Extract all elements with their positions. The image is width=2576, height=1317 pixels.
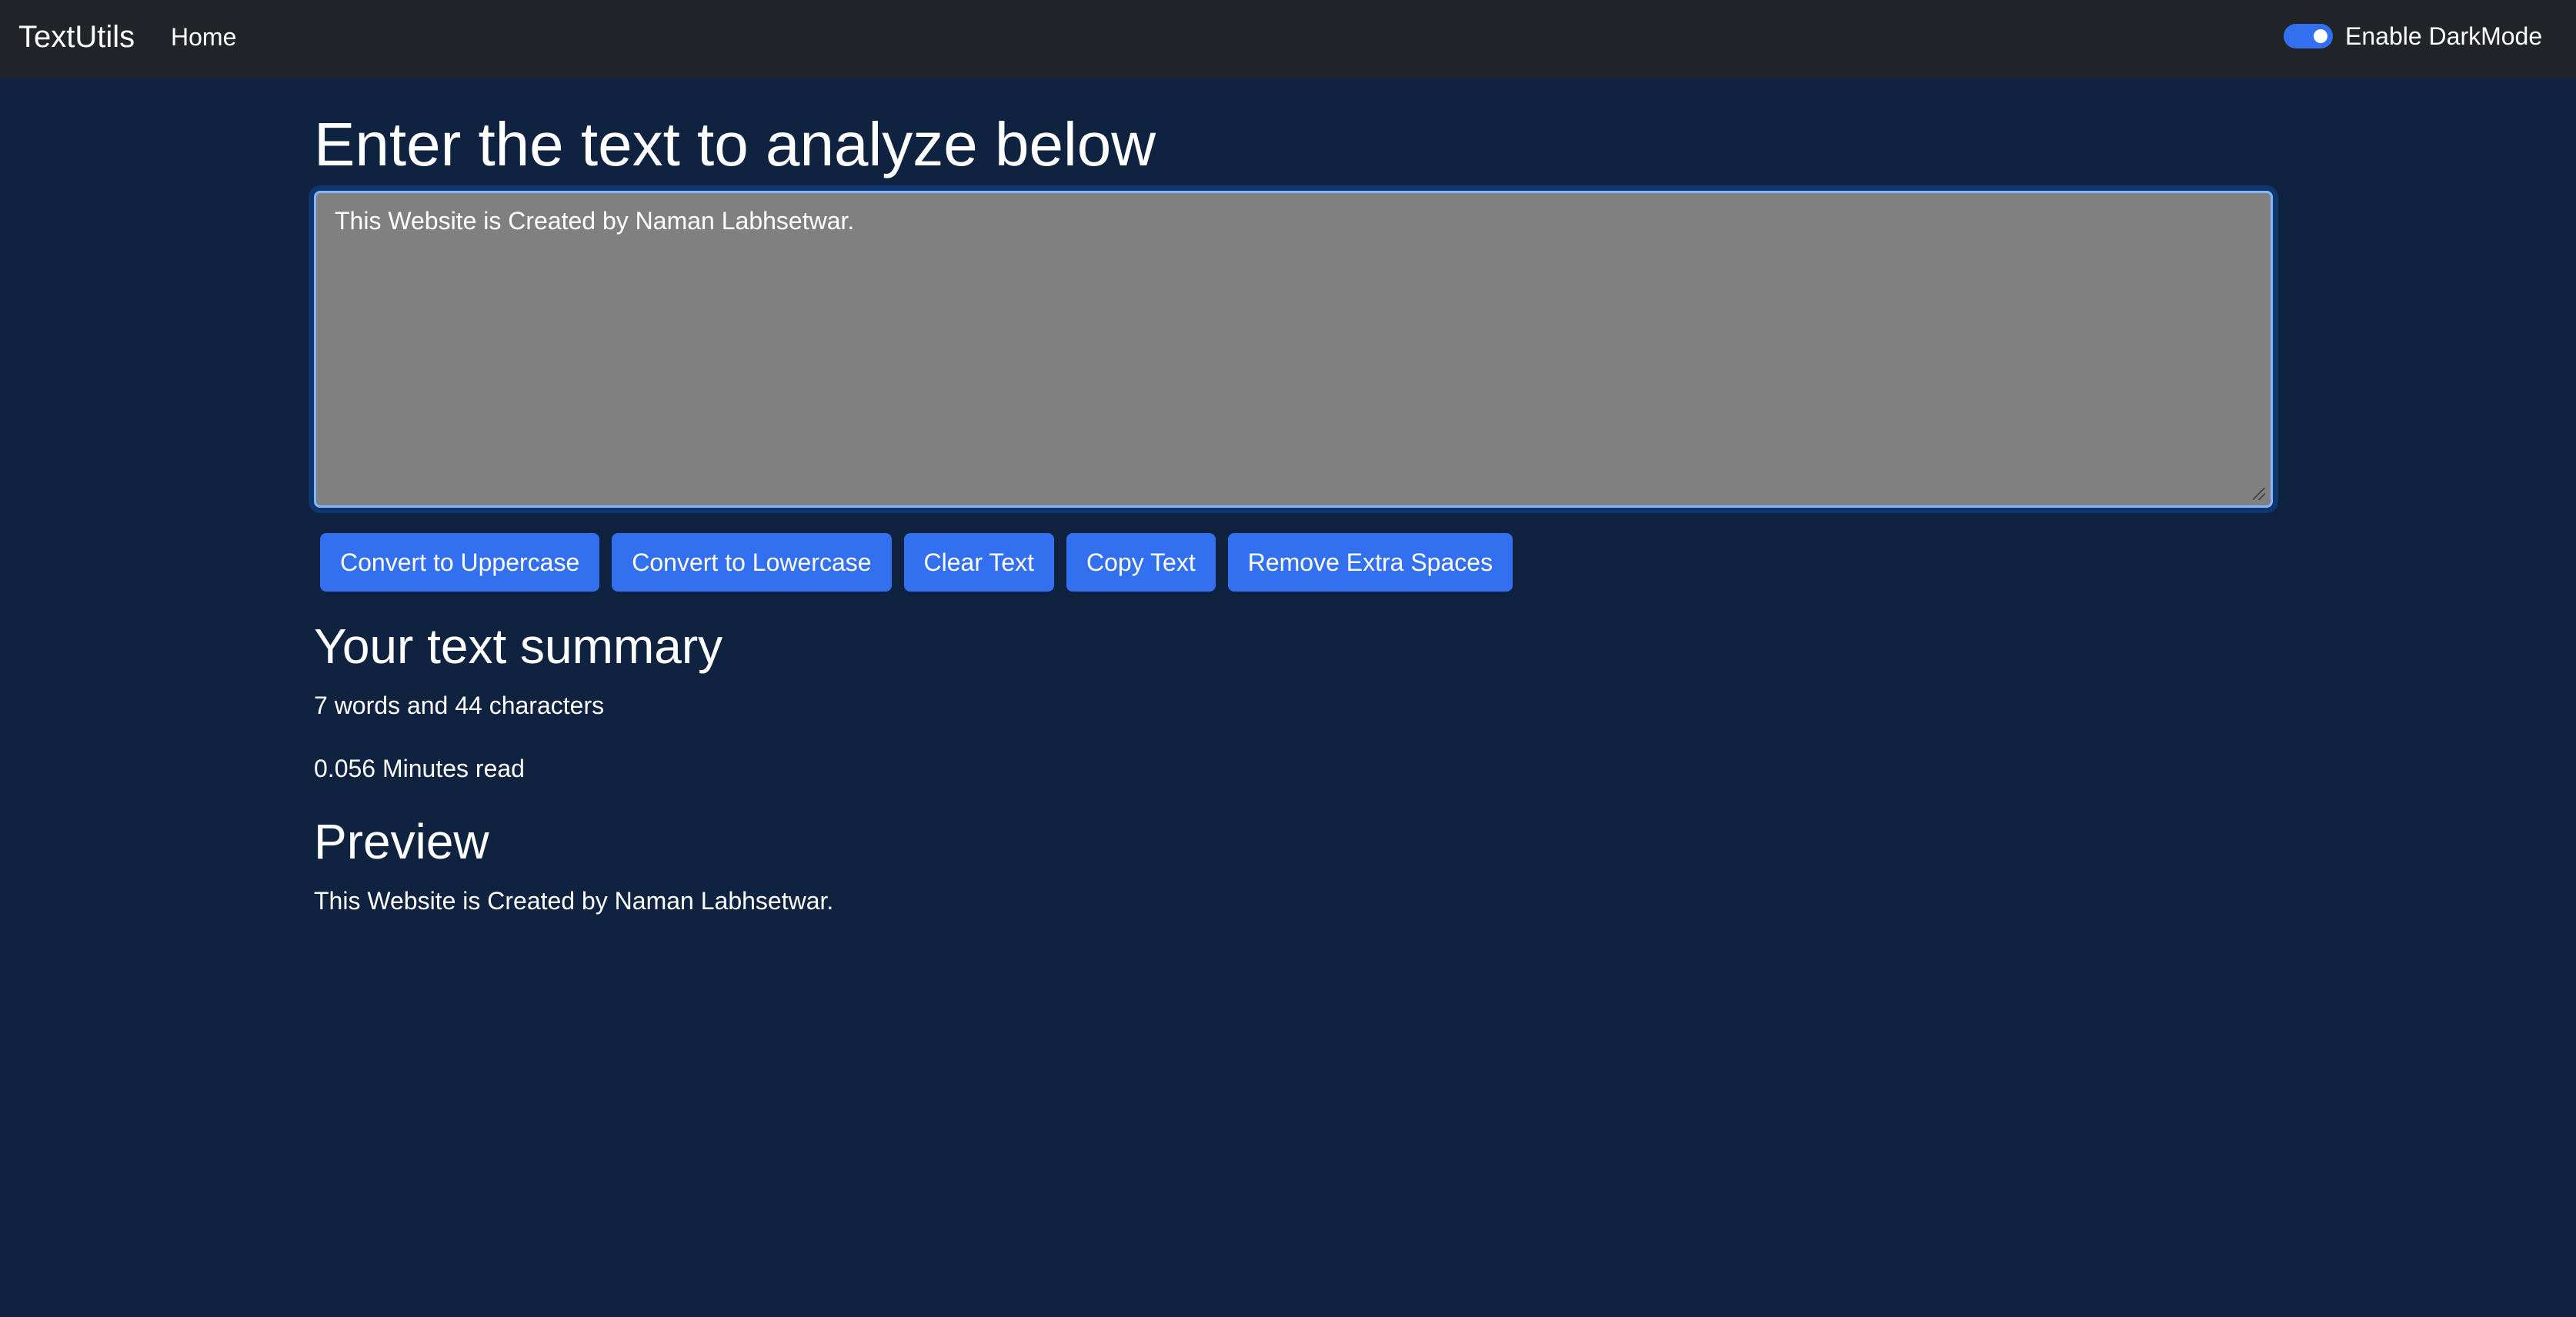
navbar: TextUtils Home Enable DarkMode	[0, 0, 2576, 78]
brand-link[interactable]: TextUtils	[18, 17, 135, 57]
preview-heading: Preview	[314, 814, 489, 869]
text-input[interactable]: This Website is Created by Naman Labhset…	[314, 191, 2273, 508]
page-title: Enter the text to analyze below	[314, 110, 1156, 178]
lowercase-button[interactable]: Convert to Lowercase	[612, 533, 892, 592]
summary-heading: Your text summary	[314, 618, 723, 674]
remove-spaces-button[interactable]: Remove Extra Spaces	[1227, 533, 1513, 592]
button-row: Convert to Uppercase Convert to Lowercas…	[320, 533, 1513, 592]
dark-mode-label[interactable]: Enable DarkMode	[2345, 18, 2542, 54]
read-time: 0.056 Minutes read	[314, 755, 525, 782]
switch-knob	[2314, 29, 2327, 43]
nav-link-home[interactable]: Home	[171, 20, 236, 54]
preview-text: This Website is Created by Naman Labhset…	[314, 887, 834, 915]
clear-text-button[interactable]: Clear Text	[903, 533, 1054, 592]
dark-mode-toggle[interactable]: Enable DarkMode	[2284, 18, 2576, 54]
word-char-count: 7 words and 44 characters	[314, 692, 605, 719]
dark-mode-switch[interactable]	[2284, 24, 2333, 48]
copy-text-button[interactable]: Copy Text	[1066, 533, 1216, 592]
resize-handle-icon[interactable]	[2253, 488, 2265, 500]
uppercase-button[interactable]: Convert to Uppercase	[320, 533, 600, 592]
